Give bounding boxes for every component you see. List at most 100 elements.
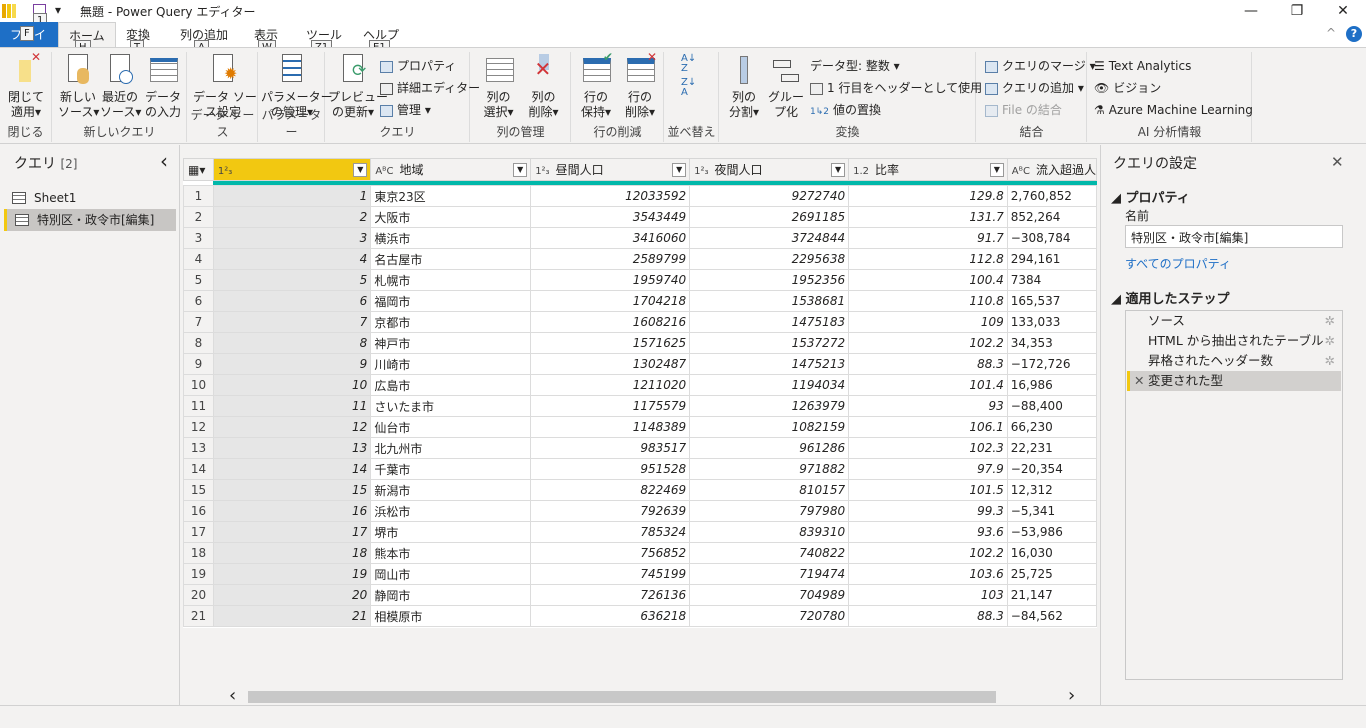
table-cell[interactable]: 7	[212, 311, 372, 333]
table-cell[interactable]: 1211020	[530, 374, 691, 396]
row-number[interactable]: 13	[183, 437, 214, 459]
sort-descending-button[interactable]: Z↓ A	[681, 78, 696, 98]
table-cell[interactable]: 88.3	[848, 605, 1008, 627]
table-cell[interactable]: 札幌市	[370, 269, 532, 291]
table-cell[interactable]: 2589799	[530, 248, 691, 270]
step-source[interactable]: ソース ✲	[1127, 311, 1341, 331]
query-item-selected[interactable]: 特別区・政令市[編集]	[4, 209, 176, 231]
table-cell[interactable]: 756852	[530, 542, 691, 564]
table-cell[interactable]: 1194034	[689, 374, 850, 396]
table-cell[interactable]: 仙台市	[370, 416, 532, 438]
merge-queries-button[interactable]: クエリのマージ ▾	[985, 56, 1096, 76]
table-cell[interactable]: 839310	[689, 521, 850, 543]
table-cell[interactable]: 785324	[530, 521, 691, 543]
table-cell[interactable]: 961286	[689, 437, 850, 459]
table-cell[interactable]: 983517	[530, 437, 691, 459]
row-number[interactable]: 17	[183, 521, 214, 543]
row-number[interactable]: 20	[183, 584, 214, 606]
table-cell[interactable]: 京都市	[370, 311, 532, 333]
table-cell[interactable]: 34,353	[1006, 332, 1097, 354]
table-cell[interactable]: 9	[212, 353, 372, 375]
azure-ml-button[interactable]: ⚗ Azure Machine Learning	[1094, 100, 1253, 120]
gear-icon[interactable]: ✲	[1325, 311, 1335, 331]
table-cell[interactable]: −20,354	[1006, 458, 1097, 480]
table-cell[interactable]: 12	[212, 416, 372, 438]
table-cell[interactable]: −5,341	[1006, 500, 1097, 522]
table-cell[interactable]: 636218	[530, 605, 691, 627]
replace-values-button[interactable]: 1↳2 値の置換	[810, 100, 881, 120]
table-cell[interactable]: −84,562	[1006, 605, 1097, 627]
table-cell[interactable]: 16	[212, 500, 372, 522]
table-cell[interactable]: 1	[212, 185, 372, 207]
table-cell[interactable]: 大阪市	[370, 206, 532, 228]
table-cell[interactable]: 1571625	[530, 332, 691, 354]
filter-dropdown-icon[interactable]: ▼	[989, 163, 1004, 177]
row-number[interactable]: 2	[183, 206, 214, 228]
table-cell[interactable]: 131.7	[848, 206, 1008, 228]
manage-button[interactable]: 管理 ▾	[380, 100, 431, 120]
type-icon[interactable]: 1²₃	[535, 166, 549, 177]
query-name-input[interactable]: 特別区・政令市[編集]	[1125, 225, 1343, 248]
column-header[interactable]: 1²₃ 昼間人口 ▼	[530, 158, 691, 181]
table-cell[interactable]: 相模原市	[370, 605, 532, 627]
type-icon[interactable]: AᴮC	[1012, 166, 1030, 177]
append-queries-button[interactable]: クエリの追加 ▾	[985, 78, 1084, 98]
table-cell[interactable]: 1302487	[530, 353, 691, 375]
column-header[interactable]: 1²₃ ▼	[212, 158, 372, 181]
row-number[interactable]: 12	[183, 416, 214, 438]
table-cell[interactable]: 1537272	[689, 332, 850, 354]
properties-button[interactable]: プロパティ	[380, 56, 456, 76]
type-icon[interactable]: 1.2	[853, 166, 869, 177]
scrollbar-thumb[interactable]	[248, 691, 996, 703]
row-number[interactable]: 10	[183, 374, 214, 396]
filter-dropdown-icon[interactable]: ▼	[353, 163, 368, 177]
step-promoted-headers[interactable]: 昇格されたヘッダー数 ✲	[1127, 351, 1341, 371]
collapse-pane-button[interactable]: ‹	[160, 149, 168, 173]
table-cell[interactable]: 2295638	[689, 248, 850, 270]
table-cell[interactable]: 97.9	[848, 458, 1008, 480]
table-cell[interactable]: 21,147	[1006, 584, 1097, 606]
new-source-button[interactable]: 新しい ソース▾	[58, 54, 99, 120]
row-number[interactable]: 16	[183, 500, 214, 522]
row-number[interactable]: 5	[183, 269, 214, 291]
collapse-ribbon-icon[interactable]: ^	[1326, 26, 1336, 40]
table-cell[interactable]: 112.8	[848, 248, 1008, 270]
table-cell[interactable]: 11	[212, 395, 372, 417]
recent-sources-button[interactable]: 最近の ソース▾	[100, 54, 141, 120]
table-cell[interactable]: 102.3	[848, 437, 1008, 459]
table-cell[interactable]: 91.7	[848, 227, 1008, 249]
table-cell[interactable]: 101.4	[848, 374, 1008, 396]
table-cell[interactable]: さいたま市	[370, 395, 532, 417]
choose-columns-button[interactable]: 列の 選択▾	[476, 54, 521, 120]
table-cell[interactable]: 93	[848, 395, 1008, 417]
vision-button[interactable]: 👁 ビジョン	[1094, 78, 1161, 98]
row-number[interactable]: 7	[183, 311, 214, 333]
table-cell[interactable]: 10	[212, 374, 372, 396]
table-cell[interactable]: 北九州市	[370, 437, 532, 459]
step-extracted-table[interactable]: HTML から抽出されたテーブル ✲	[1127, 331, 1341, 351]
table-cell[interactable]: 720780	[689, 605, 850, 627]
type-icon[interactable]: AᴮC	[375, 166, 393, 177]
table-cell[interactable]: 1175579	[530, 395, 691, 417]
qat-dropdown-icon[interactable]: ▾	[55, 3, 61, 17]
table-cell[interactable]: 1148389	[530, 416, 691, 438]
table-cell[interactable]: 神戸市	[370, 332, 532, 354]
table-cell[interactable]: 16,030	[1006, 542, 1097, 564]
properties-section[interactable]: ◢ プロパティ	[1111, 187, 1190, 206]
table-cell[interactable]: 5	[212, 269, 372, 291]
table-cell[interactable]: 静岡市	[370, 584, 532, 606]
type-icon[interactable]: 1²₃	[218, 166, 232, 177]
table-cell[interactable]: 堺市	[370, 521, 532, 543]
table-cell[interactable]: 1952356	[689, 269, 850, 291]
table-cell[interactable]: 9272740	[689, 185, 850, 207]
keep-rows-button[interactable]: ✔ 行の 保持▾	[574, 50, 618, 120]
table-menu-icon[interactable]: ▦▾	[183, 158, 214, 181]
help-icon[interactable]: ?	[1346, 26, 1362, 42]
query-item-sheet1[interactable]: Sheet1	[4, 187, 176, 209]
applied-steps-section[interactable]: ◢ 適用したステップ	[1111, 288, 1230, 307]
row-number[interactable]: 19	[183, 563, 214, 585]
close-settings-button[interactable]: ✕	[1331, 153, 1344, 171]
table-cell[interactable]: 133,033	[1006, 311, 1097, 333]
table-cell[interactable]: −172,726	[1006, 353, 1097, 375]
table-cell[interactable]: 千葉市	[370, 458, 532, 480]
